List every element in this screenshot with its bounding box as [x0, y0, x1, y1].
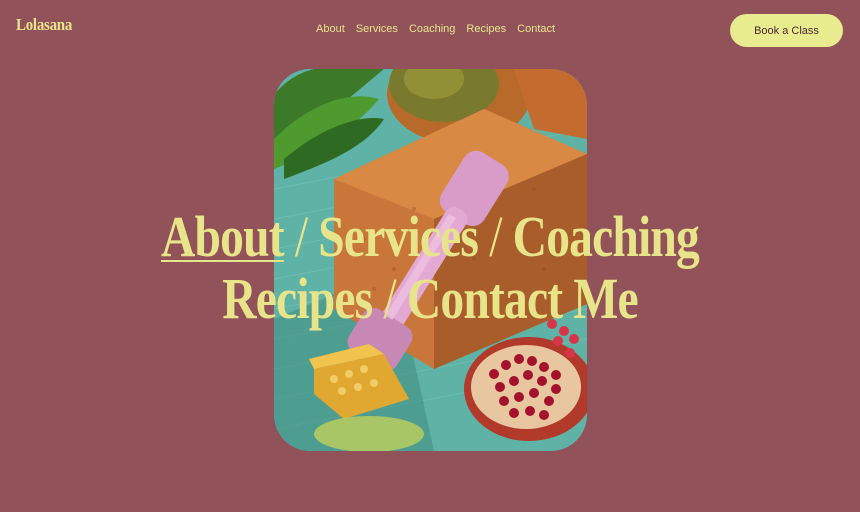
headline-separator: / [489, 204, 502, 269]
nav-item-coaching[interactable]: Coaching [409, 23, 455, 35]
nav-item-contact[interactable]: Contact [517, 23, 555, 35]
hero-headline: About / Services / Coaching Recipes / Co… [0, 206, 860, 330]
headline-line-1: About / Services / Coaching [77, 206, 782, 268]
nav-item-services[interactable]: Services [356, 23, 398, 35]
brand-logo[interactable]: Lolasana [16, 15, 72, 35]
headline-separator: / [294, 204, 308, 269]
nav-item-recipes[interactable]: Recipes [466, 23, 506, 35]
headline-link-services[interactable]: Services [318, 204, 479, 269]
headline-link-recipes[interactable]: Recipes [222, 266, 373, 331]
headline-link-contact[interactable]: Contact Me [407, 266, 639, 331]
headline-link-about[interactable]: About [161, 204, 285, 269]
book-class-button[interactable]: Book a Class [730, 14, 843, 47]
nav-item-about[interactable]: About [316, 23, 345, 35]
headline-separator: / [383, 266, 396, 331]
top-nav: About Services Coaching Recipes Contact [316, 23, 555, 35]
headline-line-2: Recipes / Contact Me [77, 268, 782, 330]
headline-link-coaching[interactable]: Coaching [513, 204, 700, 269]
